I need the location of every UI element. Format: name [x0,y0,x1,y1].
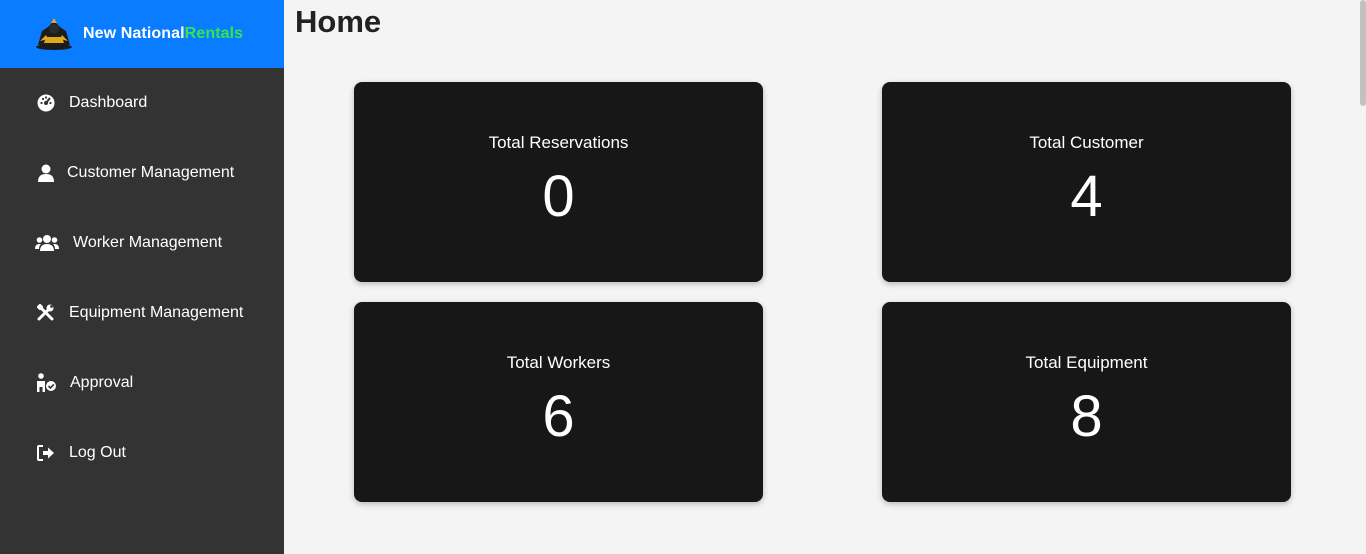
brand-name: New NationalRentals [83,25,243,43]
brand-header[interactable]: New NationalRentals [0,0,284,68]
sidebar-item-label: Worker Management [73,234,223,251]
sidebar-item-label: Customer Management [67,164,235,181]
logout-icon [35,442,57,464]
page-title: Home [295,4,382,39]
sidebar-item-dashboard[interactable]: Dashboard [0,68,284,138]
stat-card-value: 6 [542,384,575,449]
stat-card-value: 8 [1070,384,1103,449]
brand-name-part2: Rentals [184,25,244,42]
brand-logo-icon [36,18,72,50]
stat-card-label: Total Equipment [1025,353,1148,372]
sidebar: New NationalRentals Dashboard Customer M… [0,0,284,554]
sidebar-item-approval[interactable]: Approval [0,348,284,418]
scrollbar-thumb[interactable] [1360,0,1366,106]
sidebar-item-worker-management[interactable]: Worker Management [0,208,284,278]
stat-card-workers: Total Workers 6 [354,302,763,502]
sidebar-item-label: Equipment Management [69,304,244,321]
stat-card-label: Total Workers [506,353,611,372]
vertical-scrollbar[interactable] [1360,0,1366,554]
user-check-icon [35,372,57,394]
sidebar-item-label: Log Out [69,444,126,461]
sidebar-item-log-out[interactable]: Log Out [0,418,284,488]
stat-card-value: 0 [542,164,575,229]
stat-card-label: Total Customer [1029,133,1144,152]
stat-card-reservations: Total Reservations 0 [354,82,763,282]
brand-name-part1: New National [83,25,185,42]
user-icon [35,162,57,184]
dashboard-icon [35,92,57,114]
sidebar-item-equipment-management[interactable]: Equipment Management [0,278,284,348]
stat-card-label: Total Reservations [488,133,629,152]
sidebar-item-label: Dashboard [69,94,148,111]
stat-card-equipment: Total Equipment 8 [882,302,1291,502]
tools-icon [35,302,57,324]
main-content: Home Total Reservations 0 Total Customer… [284,0,1360,554]
sidebar-item-label: Approval [70,374,134,391]
sidebar-item-customer-management[interactable]: Customer Management [0,138,284,208]
sidebar-nav: Dashboard Customer Management Worker Man… [0,68,284,488]
stat-card-value: 4 [1070,164,1103,229]
users-icon [35,232,59,254]
stat-card-customers: Total Customer 4 [882,82,1291,282]
